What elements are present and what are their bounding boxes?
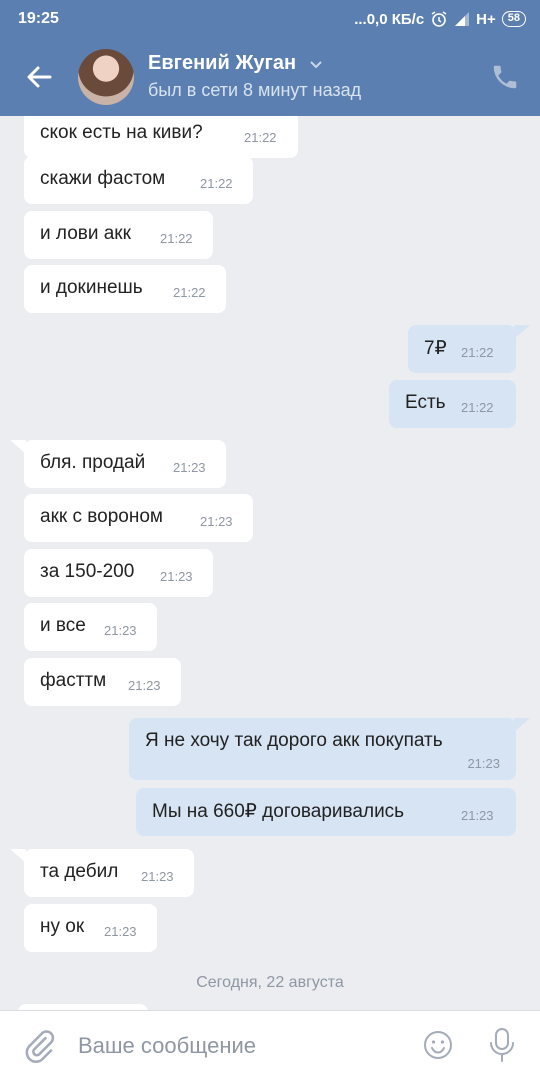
message-time: 21:22 [200,176,233,191]
chat-header: Евгений Жуган был в сети 8 минут назад [0,38,540,116]
status-indicators: ...0,0 КБ/с H+ 58 [354,10,526,28]
message-bubble[interactable]: 7₽ 21:22 [408,325,516,373]
message-text: Мы на 660₽ договаривались [152,801,405,822]
date-separator: Сегодня, 22 августа [196,974,344,991]
smiley-icon[interactable] [422,1029,454,1061]
last-seen-status: был в сети 8 минут назад [148,80,362,100]
message-time: 21:22 [461,400,494,415]
message-input[interactable] [78,1029,378,1063]
message-text: за 150-200 [40,561,135,582]
phone-icon[interactable] [490,62,520,92]
status-time: 19:25 [18,10,59,27]
message-text: 7₽ [424,338,447,359]
network-speed: ...0,0 КБ/с [354,10,425,28]
message-text: и докинешь [40,277,143,298]
message-bubble[interactable]: ну ок 21:23 [24,904,157,952]
message-bubble[interactable]: та дебил 21:23 [24,849,194,897]
message-time: 21:23 [104,623,137,638]
message-text: Есть [405,392,446,413]
message-time: 21:23 [141,869,174,884]
status-bar: 19:25 ...0,0 КБ/с H+ 58 [0,0,540,38]
microphone-icon[interactable] [486,1026,518,1064]
message-time: 21:23 [173,460,206,475]
message-bubble[interactable]: Есть 21:22 [389,380,516,428]
message-time: 21:22 [160,231,193,246]
bubble-tail [514,325,530,339]
message-time: 21:23 [160,569,193,584]
paperclip-icon[interactable] [22,1029,56,1063]
bubble-tail [514,718,530,732]
message-text: та дебил [40,861,119,882]
alarm-icon [431,11,447,27]
message-bubble[interactable]: и лови акк 21:22 [24,211,213,259]
message-text: и все [40,615,86,636]
message-list[interactable]: скок есть на киви? 21:22 скажи фастом 21… [0,116,540,1010]
avatar[interactable] [78,49,134,105]
message-bubble[interactable]: Мы на 660₽ договаривались 21:23 [136,788,516,836]
message-bubble[interactable]: Я не хочу так дорого акк покупать 21:23 [129,718,516,780]
back-arrow-icon[interactable] [22,60,56,94]
message-time: 21:23 [104,924,137,939]
message-bubble[interactable]: акк с вороном 21:23 [24,494,253,542]
message-bubble[interactable]: скок есть на киви? 21:22 [24,116,298,158]
message-time: 21:23 [467,756,500,771]
message-time: 21:22 [244,130,277,145]
message-bubble[interactable]: скажи фастом 21:22 [24,156,253,204]
message-text: и лови акк [40,223,131,244]
message-time: 21:22 [173,285,206,300]
message-bubble[interactable]: и докинешь 21:22 [24,265,226,313]
message-time: 21:23 [128,678,161,693]
message-bubble[interactable]: и все 21:23 [24,603,157,651]
message-text: скок есть на киви? [40,122,203,143]
message-bubble[interactable]: бля. продай 21:23 [24,440,226,488]
message-text: скажи фастом [40,168,166,189]
message-time: 21:23 [200,514,233,529]
message-text: Я не хочу так дорого акк покупать [145,730,443,751]
signal-icon [455,12,470,26]
message-bubble[interactable]: фасттм 21:23 [24,658,181,706]
chevron-down-icon[interactable] [308,56,324,72]
message-text: бля. продай [40,452,146,473]
message-composer [0,1010,540,1080]
message-text: фасттм [40,670,107,691]
message-time: 21:22 [461,345,494,360]
message-time: 21:23 [461,808,494,823]
battery-icon: 58 [501,11,526,27]
message-text: акк с вороном [40,506,163,527]
message-text: ну ок [40,916,85,937]
network-type: H+ [476,10,496,28]
message-bubble[interactable]: за 150-200 21:23 [24,549,213,597]
contact-name[interactable]: Евгений Жуган [148,52,296,75]
